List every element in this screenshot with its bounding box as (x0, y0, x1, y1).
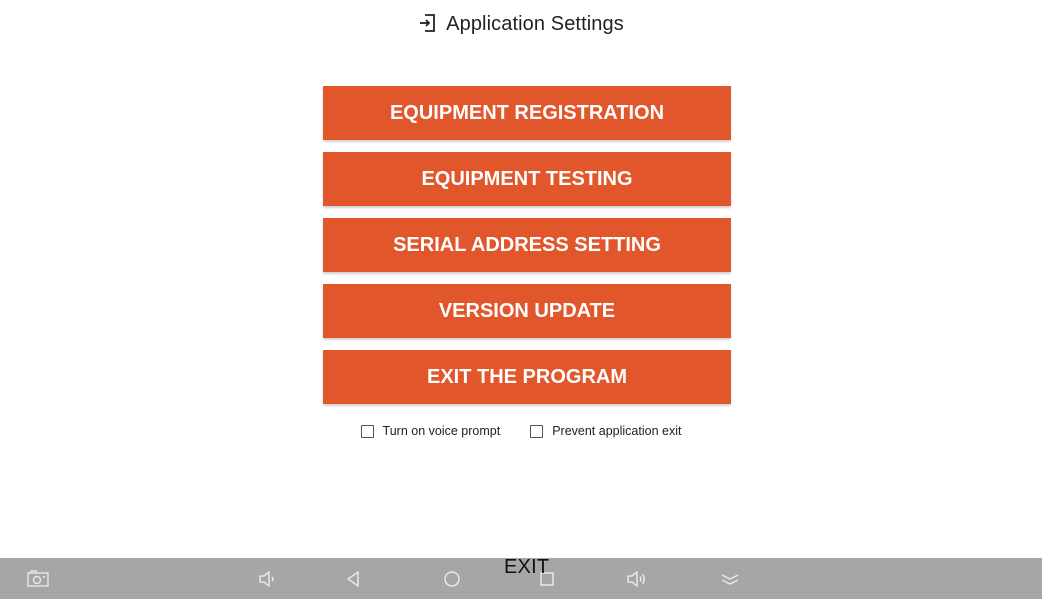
back-icon[interactable] (342, 568, 364, 590)
page-title: Application Settings (446, 12, 624, 35)
prevent-exit-option[interactable]: Prevent application exit (530, 424, 681, 438)
voice-prompt-option[interactable]: Turn on voice prompt (360, 424, 501, 438)
home-icon[interactable] (441, 568, 463, 590)
voice-prompt-label: Turn on voice prompt (382, 424, 501, 438)
equipment-testing-button[interactable]: EQUIPMENT TESTING (323, 152, 731, 206)
settings-menu: EQUIPMENT REGISTRATION EQUIPMENT TESTING… (323, 86, 731, 416)
screenshot-icon[interactable] (27, 568, 49, 590)
prevent-exit-checkbox[interactable] (530, 424, 544, 438)
version-update-button[interactable]: VERSION UPDATE (323, 284, 731, 338)
volume-down-icon[interactable] (256, 568, 278, 590)
page-header: Application Settings (0, 9, 1042, 39)
equipment-registration-button[interactable]: EQUIPMENT REGISTRATION (323, 86, 731, 140)
options-row: Turn on voice prompt Prevent application… (0, 424, 1042, 438)
serial-address-setting-button[interactable]: SERIAL ADDRESS SETTING (323, 218, 731, 272)
volume-up-icon[interactable] (626, 568, 648, 590)
prevent-exit-label: Prevent application exit (552, 424, 682, 438)
settings-screen: Application Settings EQUIPMENT REGISTRAT… (0, 0, 1042, 599)
login-icon (418, 13, 438, 33)
exit-program-button[interactable]: EXIT THE PROGRAM (323, 350, 731, 404)
exit-overlay-button[interactable]: EXIT (504, 556, 549, 579)
hide-bar-icon[interactable] (719, 568, 741, 590)
voice-prompt-checkbox[interactable] (360, 424, 374, 438)
